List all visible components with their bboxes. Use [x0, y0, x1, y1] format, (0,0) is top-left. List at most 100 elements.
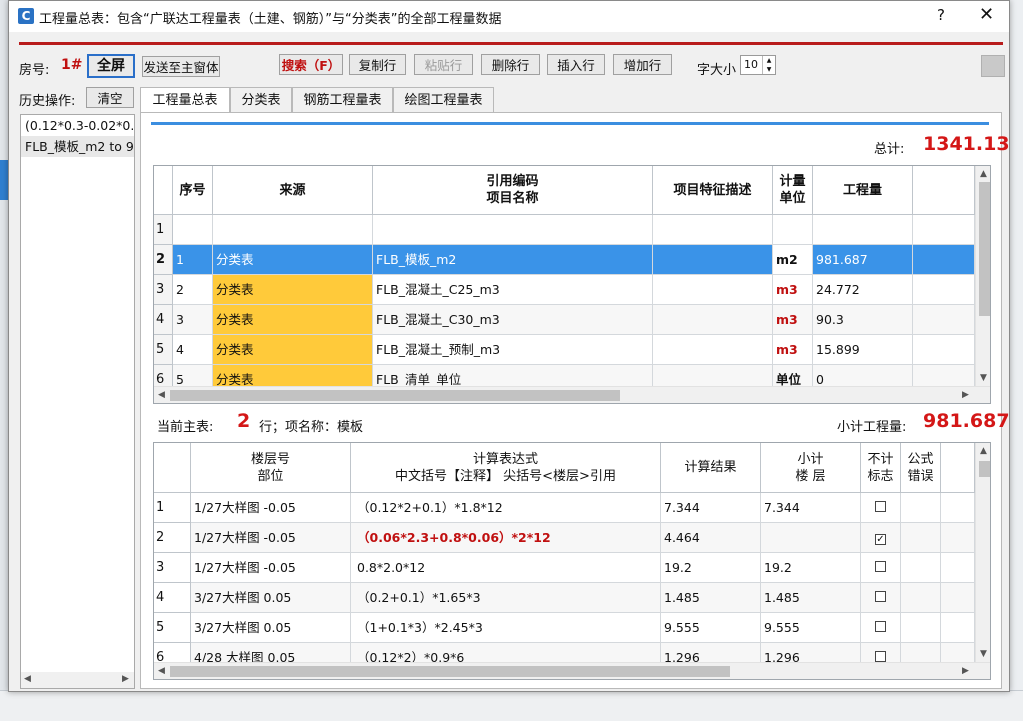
- checkbox-checked-icon[interactable]: ✓: [875, 534, 886, 545]
- detail-header-floor[interactable]: 楼层号 部位: [191, 443, 351, 493]
- cell-empty[interactable]: [913, 275, 975, 305]
- detail-row-header[interactable]: 4: [154, 583, 191, 613]
- cell-empty[interactable]: [913, 335, 975, 365]
- cell-result[interactable]: 4.464: [661, 523, 761, 553]
- insert-row-button[interactable]: 插入行: [547, 54, 605, 75]
- cell-empty[interactable]: [941, 553, 975, 583]
- header-code-name[interactable]: 引用编码 项目名称: [373, 166, 653, 215]
- detail-horizontal-thumb[interactable]: [170, 666, 730, 677]
- cell-empty[interactable]: [941, 523, 975, 553]
- cell-exclude[interactable]: [861, 553, 901, 583]
- detail-vertical-scrollbar[interactable]: ▲ ▼: [975, 443, 990, 662]
- cell-name[interactable]: FLB_混凝土_C30_m3: [373, 305, 653, 335]
- send-to-main-button[interactable]: 发送至主窗体: [142, 56, 220, 77]
- header-quantity[interactable]: 工程量: [813, 166, 913, 215]
- cell-empty[interactable]: [941, 493, 975, 523]
- cell-seq[interactable]: 3: [173, 305, 213, 335]
- detail-vertical-thumb[interactable]: [979, 461, 990, 477]
- tab-quantity-summary[interactable]: 工程量总表: [140, 87, 230, 114]
- cell-result[interactable]: 19.2: [661, 553, 761, 583]
- scroll-right-icon[interactable]: ▶: [962, 666, 969, 676]
- cell-expr[interactable]: （0.2+0.1）*1.65*3: [351, 583, 661, 613]
- header-source[interactable]: 来源: [213, 166, 373, 215]
- cell-empty[interactable]: [901, 493, 941, 523]
- main-vertical-thumb[interactable]: [979, 182, 990, 316]
- scroll-up-icon[interactable]: ▲: [980, 169, 987, 179]
- cell-qty[interactable]: 90.3: [813, 305, 913, 335]
- cell-qty[interactable]: [813, 215, 913, 245]
- row-header[interactable]: 2: [154, 245, 173, 275]
- cell-desc[interactable]: [653, 245, 773, 275]
- cell-empty[interactable]: [941, 613, 975, 643]
- header-seq[interactable]: 序号: [173, 166, 213, 215]
- cell-name[interactable]: FLB_混凝土_预制_m3: [373, 335, 653, 365]
- scroll-left-icon[interactable]: ◀: [158, 390, 165, 400]
- cell-subtotal[interactable]: 9.555: [761, 613, 861, 643]
- checkbox-icon[interactable]: [875, 621, 886, 632]
- cell-name[interactable]: FLB_混凝土_C25_m3: [373, 275, 653, 305]
- cell-qty[interactable]: 15.899: [813, 335, 913, 365]
- cell-subtotal[interactable]: 1.485: [761, 583, 861, 613]
- title-bar[interactable]: C 工程量总表：包含“广联达工程量表（土建、钢筋）”与“分类表”的全部工程量数据…: [9, 1, 1009, 32]
- history-item[interactable]: FLB_模板_m2 to 9: [21, 136, 134, 157]
- cell-subtotal[interactable]: 7.344: [761, 493, 861, 523]
- cell-empty[interactable]: [901, 523, 941, 553]
- tab-drawing-quantity[interactable]: 绘图工程量表: [393, 87, 494, 112]
- cell-unit[interactable]: m3: [773, 335, 813, 365]
- cell-empty[interactable]: [913, 215, 975, 245]
- cell-name[interactable]: [373, 215, 653, 245]
- spinner-arrows-icon[interactable]: ▲ ▼: [762, 56, 775, 74]
- header-description[interactable]: 项目特征描述: [653, 166, 773, 215]
- font-size-spinner[interactable]: 10 ▲ ▼: [740, 55, 776, 75]
- cell-result[interactable]: 1.485: [661, 583, 761, 613]
- checkbox-icon[interactable]: [875, 561, 886, 572]
- cell-desc[interactable]: [653, 305, 773, 335]
- detail-horizontal-scrollbar[interactable]: ◀ ▶: [154, 662, 990, 679]
- cell-desc[interactable]: [653, 215, 773, 245]
- checkbox-icon[interactable]: [875, 651, 886, 662]
- main-table[interactable]: 序号 来源 引用编码 项目名称 项目特征描述 计量 单位 工程量 1 2 1 分类表 F…: [153, 165, 991, 404]
- scroll-right-icon[interactable]: ▶: [122, 674, 129, 684]
- tab-classification[interactable]: 分类表: [230, 87, 292, 112]
- cell-empty[interactable]: [901, 553, 941, 583]
- cell-expr[interactable]: （0.12*2+0.1）*1.8*12: [351, 493, 661, 523]
- detail-header-expression[interactable]: 计算表达式 中文括号【注释】 尖括号<楼层>引用: [351, 443, 661, 493]
- detail-table[interactable]: 楼层号 部位 计算表达式 中文括号【注释】 尖括号<楼层>引用 计算结果 小计 …: [153, 442, 991, 680]
- cell-exclude[interactable]: [861, 613, 901, 643]
- scroll-up-icon[interactable]: ▲: [980, 446, 987, 456]
- row-header[interactable]: 5: [154, 335, 173, 365]
- cell-floor[interactable]: 3/27大样图 0.05: [191, 613, 351, 643]
- row-header[interactable]: 3: [154, 275, 173, 305]
- checkbox-icon[interactable]: [875, 501, 886, 512]
- detail-row-header[interactable]: 3: [154, 553, 191, 583]
- cell-qty[interactable]: 24.772: [813, 275, 913, 305]
- detail-header-subtotal[interactable]: 小计 楼 层: [761, 443, 861, 493]
- cell-seq[interactable]: 2: [173, 275, 213, 305]
- cell-desc[interactable]: [653, 335, 773, 365]
- cell-empty[interactable]: [901, 583, 941, 613]
- row-header[interactable]: 1: [154, 215, 173, 245]
- scroll-down-icon[interactable]: ▼: [980, 373, 987, 383]
- cell-source[interactable]: [213, 215, 373, 245]
- cell-exclude[interactable]: ✓: [861, 523, 901, 553]
- history-item[interactable]: (0.12*0.3-0.02*0.: [21, 115, 134, 136]
- cell-floor[interactable]: 3/27大样图 0.05: [191, 583, 351, 613]
- cell-result[interactable]: 9.555: [661, 613, 761, 643]
- cell-unit[interactable]: m2: [773, 245, 813, 275]
- close-button[interactable]: ✕: [979, 4, 994, 25]
- detail-row-header[interactable]: 1: [154, 493, 191, 523]
- main-horizontal-scrollbar[interactable]: ◀ ▶: [154, 386, 990, 403]
- cell-result[interactable]: 7.344: [661, 493, 761, 523]
- cell-floor[interactable]: 1/27大样图 -0.05: [191, 553, 351, 583]
- fullscreen-button[interactable]: 全屏: [87, 54, 135, 78]
- history-list[interactable]: (0.12*0.3-0.02*0. FLB_模板_m2 to 9 ◀ ▶: [20, 114, 135, 689]
- cell-exclude[interactable]: [861, 493, 901, 523]
- cell-qty[interactable]: 981.687: [813, 245, 913, 275]
- cell-source[interactable]: 分类表: [213, 335, 373, 365]
- scroll-down-icon[interactable]: ▼: [980, 649, 987, 659]
- cell-empty[interactable]: [913, 245, 975, 275]
- cell-expr[interactable]: （1+0.1*3）*2.45*3: [351, 613, 661, 643]
- detail-header-exclude[interactable]: 不计 标志: [861, 443, 901, 493]
- delete-row-button[interactable]: 删除行: [481, 54, 540, 75]
- cell-floor[interactable]: 1/27大样图 -0.05: [191, 523, 351, 553]
